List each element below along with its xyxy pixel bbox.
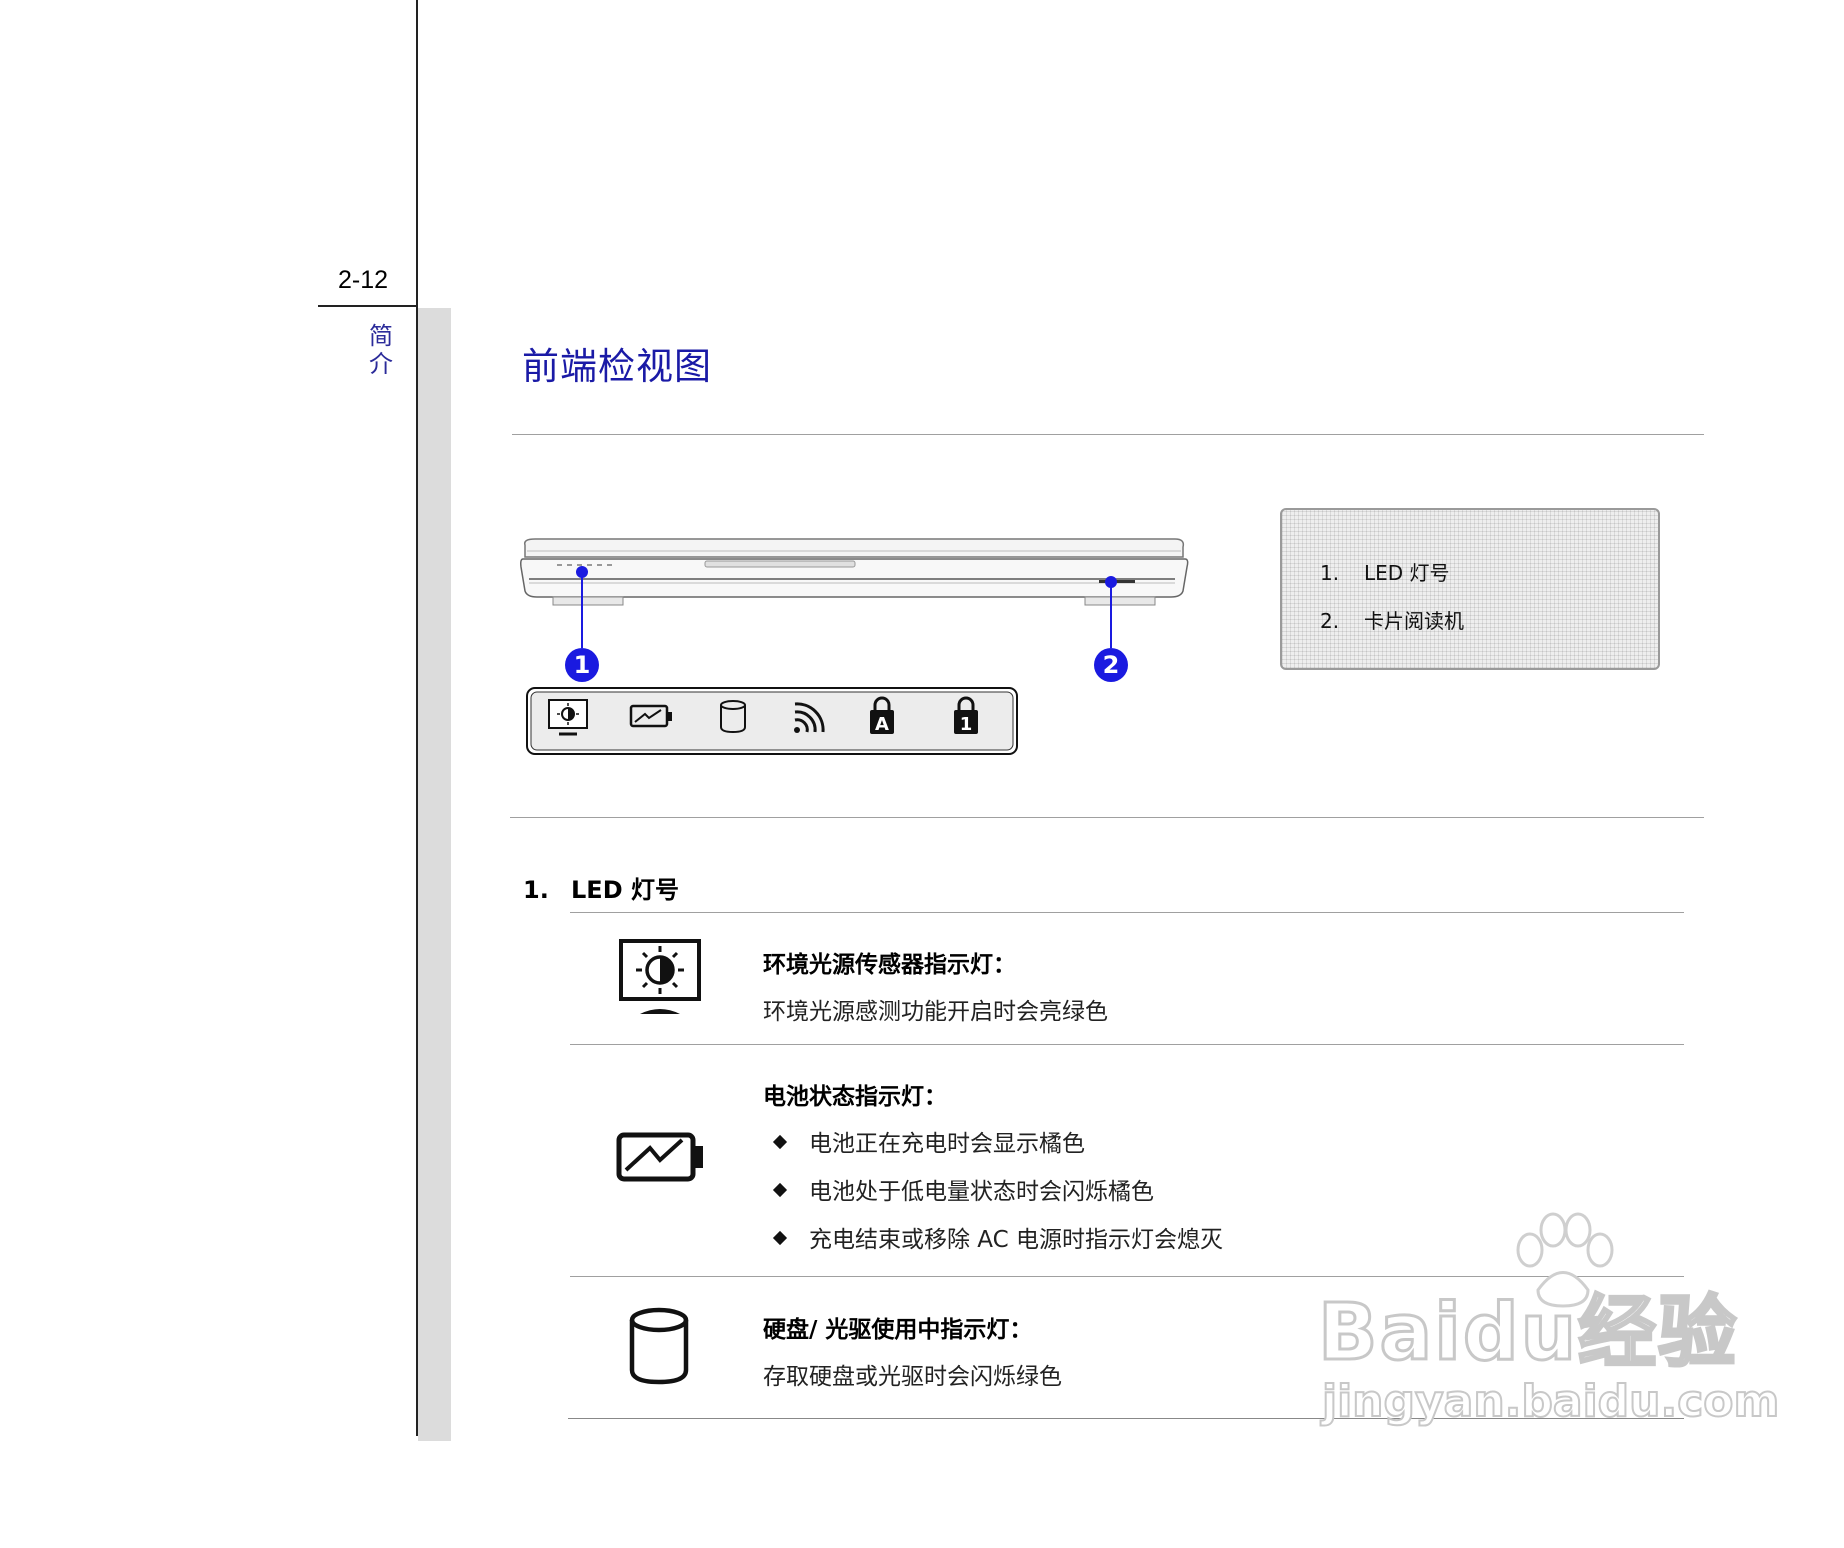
table-rule	[570, 912, 1684, 913]
battery-bullet: 电池正在充电时会显示橘色	[772, 1124, 1085, 1158]
chapter-label: 简介	[369, 322, 393, 378]
sidebar-band	[418, 308, 451, 1441]
hdd-odd-icon	[629, 1307, 689, 1385]
callout-1: 1	[565, 648, 599, 682]
svg-text:1: 1	[960, 714, 973, 735]
watermark-url: jingyan.baidu.com	[1321, 1375, 1780, 1428]
hdd-odd-desc: 存取硬盘或光驱时会闪烁绿色	[763, 1364, 1062, 1390]
mid-divider	[510, 817, 1704, 818]
ambient-light-title: 环境光源传感器指示灯：	[763, 952, 1016, 978]
baidu-watermark: Baidu经验 jingyan.baidu.com	[1316, 1212, 1780, 1428]
section-heading: 1. LED 灯号	[523, 876, 679, 904]
indicator-strip: A 1	[526, 687, 1018, 755]
battery-bullet: 充电结束或移除 AC 电源时指示灯会熄灭	[772, 1220, 1223, 1254]
battery-bullet: 电池处于低电量状态时会闪烁橘色	[772, 1172, 1154, 1206]
callout-2: 2	[1094, 648, 1128, 682]
legend-item: 2. 卡片阅读机	[1320, 609, 1464, 633]
hdd-odd-title: 硬盘/ 光驱使用中指示灯：	[763, 1317, 1033, 1343]
battery-icon	[616, 1132, 703, 1182]
legend-item: 1. LED 灯号	[1320, 561, 1450, 585]
page-number-rule	[318, 305, 418, 307]
top-divider	[512, 434, 1704, 435]
ambient-light-desc: 环境光源感测功能开启时会亮绿色	[763, 999, 1108, 1025]
paw-icon	[1516, 1212, 1614, 1308]
page-title: 前端检视图	[522, 345, 712, 388]
svg-text:A: A	[875, 714, 889, 735]
ambient-light-sensor-icon	[548, 699, 588, 736]
battery-title: 电池状态指示灯：	[763, 1084, 947, 1110]
legend-box: 1. LED 灯号 2. 卡片阅读机	[1280, 508, 1660, 670]
ambient-light-sensor-icon	[619, 939, 701, 1014]
table-rule	[570, 1044, 1684, 1045]
page-number: 2-12	[338, 266, 389, 294]
